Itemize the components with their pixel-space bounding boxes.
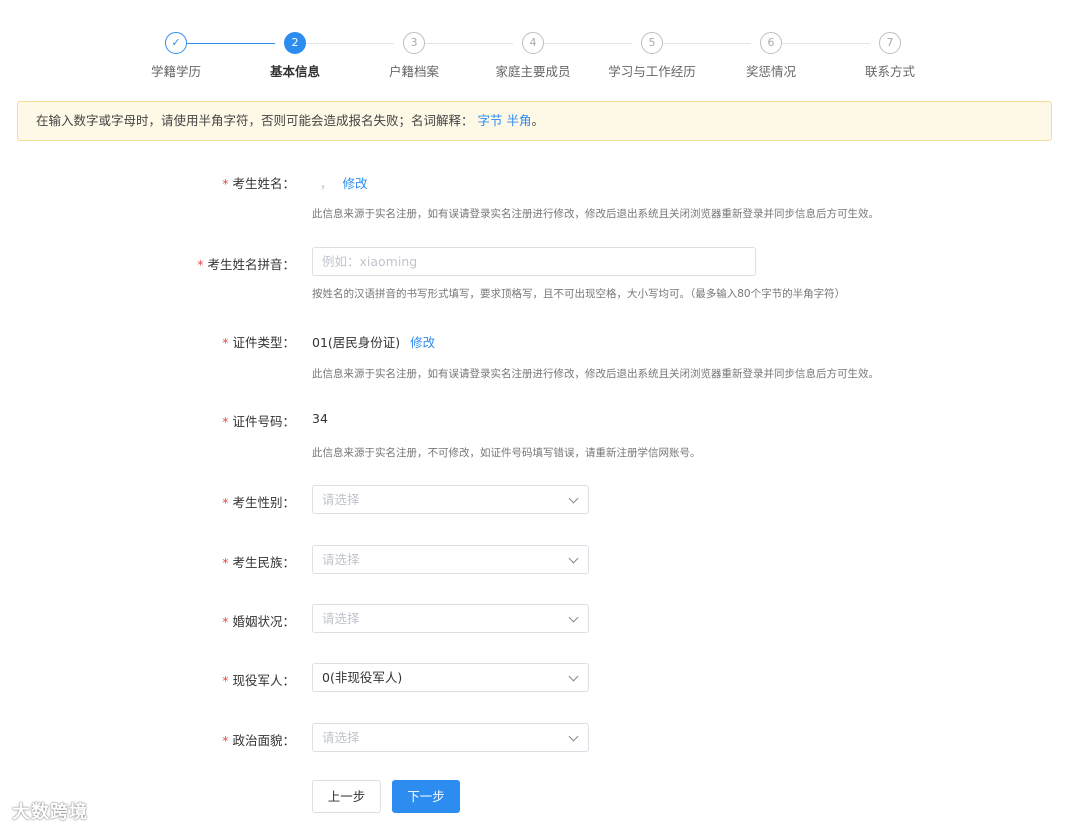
step-3[interactable]: 3 户籍档案: [354, 30, 474, 80]
step-label: 学习与工作经历: [608, 64, 696, 79]
step-label: 奖惩情况: [745, 64, 796, 79]
progress-stepper: ✓ 学籍学历 2 基本信息 3 户籍档案 4 家庭主要成员 5 学习与工作经历 …: [0, 30, 1080, 90]
military-select[interactable]: 0(非现役军人): [312, 663, 589, 692]
name-label: * 考生姓名：: [222, 176, 295, 191]
step-number: 3: [403, 32, 425, 54]
ethnicity-select[interactable]: 请选择: [312, 545, 589, 574]
step-number: 6: [760, 32, 782, 54]
required-mark: *: [222, 495, 229, 510]
ethnicity-label: * 考生民族：: [222, 555, 295, 570]
military-label: * 现役军人：: [222, 673, 295, 688]
chevron-down-icon: [568, 493, 579, 504]
step-number: 2: [284, 32, 306, 54]
step-number: 4: [522, 32, 544, 54]
prev-step-button[interactable]: 上一步: [312, 780, 381, 813]
next-step-button[interactable]: 下一步: [392, 780, 460, 813]
required-mark: *: [222, 414, 229, 429]
chevron-down-icon: [568, 553, 579, 564]
marital-label: * 婚姻状况：: [222, 614, 295, 629]
marital-select[interactable]: 请选择: [312, 604, 589, 633]
name-value: ，修改: [320, 176, 368, 191]
notice-suffix: 。: [531, 113, 545, 128]
chevron-down-icon: [568, 671, 579, 682]
notice-text: 在输入数字或字母时，请使用半角字符，否则可能会造成报名失败；名词解释：: [36, 113, 474, 128]
gender-label: * 考生性别：: [222, 495, 295, 510]
required-mark: *: [222, 176, 229, 191]
step-4[interactable]: 4 家庭主要成员: [473, 30, 593, 80]
id-number-label: * 证件号码：: [222, 414, 295, 429]
halfwidth-term-link[interactable]: 半角: [507, 113, 532, 128]
check-icon: ✓: [165, 32, 187, 54]
pinyin-label: * 考生姓名拼音：: [197, 257, 295, 272]
chevron-down-icon: [568, 731, 579, 742]
fullwidth-term-link[interactable]: 字节: [478, 113, 503, 128]
political-select[interactable]: 请选择: [312, 723, 589, 752]
halfwidth-notice-banner: 在输入数字或字母时，请使用半角字符，否则可能会造成报名失败；名词解释： 字节 半角。: [17, 101, 1052, 141]
step-2[interactable]: 2 基本信息: [235, 30, 355, 80]
pinyin-help-text: 按姓名的汉语拼音的书写形式填写，要求顶格写，且不可出现空格，大小写均可。（最多输…: [312, 288, 846, 300]
step-5[interactable]: 5 学习与工作经历: [592, 30, 712, 80]
step-label: 基本信息: [269, 64, 320, 79]
edit-id-type-link[interactable]: 修改: [410, 335, 435, 350]
required-mark: *: [222, 673, 229, 688]
required-mark: *: [222, 733, 229, 748]
name-help-text: 此信息来源于实名注册，如有误请登录实名注册进行修改，修改后退出系统且关闭浏览器重…: [312, 208, 879, 220]
id-type-help-text: 此信息来源于实名注册，如有误请登录实名注册进行修改，修改后退出系统且关闭浏览器重…: [312, 368, 879, 380]
step-label: 家庭主要成员: [495, 64, 571, 79]
step-6[interactable]: 6 奖惩情况: [711, 30, 831, 80]
step-label: 户籍档案: [388, 64, 439, 79]
gender-select[interactable]: 请选择: [312, 485, 589, 514]
required-mark: *: [222, 614, 229, 629]
step-label: 联系方式: [864, 64, 915, 79]
watermark-logo: 大数跨境: [12, 802, 88, 823]
required-mark: *: [222, 335, 229, 350]
step-7[interactable]: 7 联系方式: [830, 30, 950, 80]
step-label: 学籍学历: [150, 64, 201, 79]
required-mark: *: [197, 257, 204, 272]
id-type-label: * 证件类型：: [222, 335, 295, 350]
required-mark: *: [222, 555, 229, 570]
step-1[interactable]: ✓ 学籍学历: [116, 30, 236, 80]
chevron-down-icon: [568, 612, 579, 623]
political-label: * 政治面貌：: [222, 733, 295, 748]
id-number-help-text: 此信息来源于实名注册，不可修改，如证件号码填写错误，请重新注册学信网账号。: [312, 447, 701, 459]
pinyin-input[interactable]: 例如：xiaoming: [312, 247, 756, 276]
id-type-value: 01(居民身份证) 修改: [312, 335, 436, 350]
edit-name-link[interactable]: 修改: [343, 176, 368, 191]
step-number: 5: [641, 32, 663, 54]
step-number: 7: [879, 32, 901, 54]
id-number-value: 34: [312, 411, 328, 426]
